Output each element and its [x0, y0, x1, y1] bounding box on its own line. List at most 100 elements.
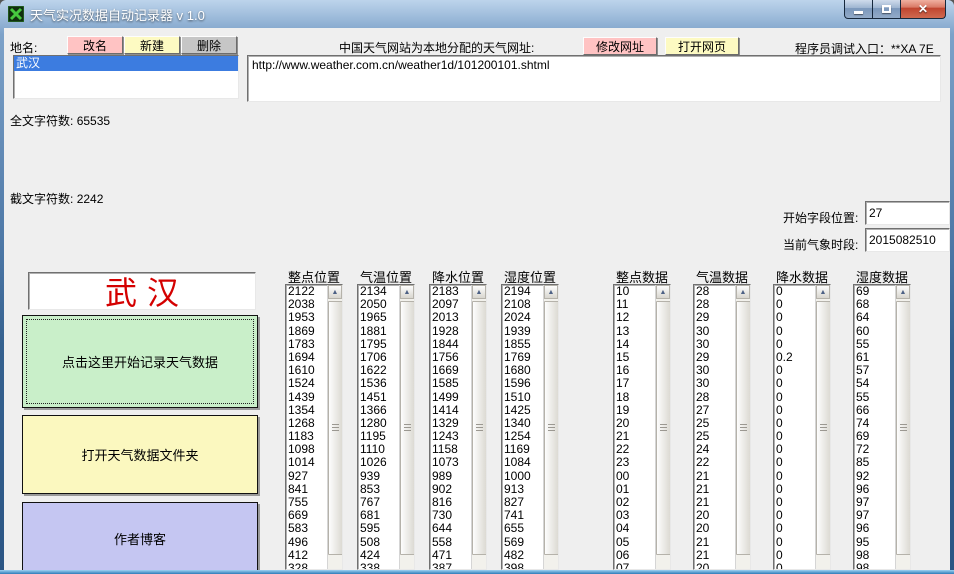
list-item[interactable]: 644	[430, 522, 471, 535]
list-item[interactable]: 28	[694, 391, 735, 404]
scrollbar-thumb[interactable]	[472, 301, 487, 555]
scroll-up-arrow-icon[interactable]: ▲	[400, 285, 414, 299]
list-item[interactable]: 21	[694, 470, 735, 483]
vertical-scrollbar[interactable]: ▲	[543, 285, 558, 569]
list-item[interactable]: 1965	[358, 311, 399, 324]
data-listbox[interactable]: 2194210820241939185517691680159615101425…	[501, 284, 559, 570]
list-item[interactable]: 96	[854, 522, 895, 535]
list-item[interactable]: 0	[774, 536, 815, 549]
list-item[interactable]: 1596	[502, 377, 543, 390]
period-input[interactable]	[865, 228, 950, 252]
list-item[interactable]: 558	[430, 536, 471, 549]
open-folder-button[interactable]: 打开天气数据文件夹	[22, 415, 258, 494]
list-item[interactable]: 0	[774, 562, 815, 569]
scrollbar-thumb[interactable]	[736, 301, 751, 555]
list-item[interactable]: 0	[774, 377, 815, 390]
vertical-scrollbar[interactable]: ▲	[735, 285, 750, 569]
delete-button[interactable]: 删除	[181, 36, 237, 54]
list-item[interactable]: 60	[854, 325, 895, 338]
list-item[interactable]: 0	[774, 404, 815, 417]
close-button[interactable]: ✕	[901, 0, 946, 19]
data-listbox[interactable]: 2828293030293030282725252422212121202021…	[693, 284, 751, 570]
list-item[interactable]: 939	[358, 470, 399, 483]
list-item[interactable]: 927	[286, 470, 327, 483]
list-item[interactable]: 583	[286, 522, 327, 535]
open-page-button[interactable]: 打开网页	[665, 37, 739, 55]
list-item[interactable]: 2024	[502, 311, 543, 324]
list-item[interactable]: 1783	[286, 338, 327, 351]
list-item[interactable]: 1451	[358, 391, 399, 404]
list-item[interactable]: 30	[694, 325, 735, 338]
list-item[interactable]: 55	[854, 338, 895, 351]
scrollbar-thumb[interactable]	[328, 301, 343, 555]
scroll-up-arrow-icon[interactable]: ▲	[544, 285, 558, 299]
list-item[interactable]: 1795	[358, 338, 399, 351]
list-item[interactable]: 655	[502, 522, 543, 535]
list-item[interactable]: 21	[694, 549, 735, 562]
scrollbar-thumb[interactable]	[544, 301, 559, 555]
list-item[interactable]: 1000	[502, 470, 543, 483]
author-blog-button[interactable]: 作者博客	[22, 502, 258, 570]
modify-url-button[interactable]: 修改网址	[583, 37, 657, 55]
list-item[interactable]: 1881	[358, 325, 399, 338]
scrollbar-thumb[interactable]	[816, 301, 831, 555]
scrollbar-thumb[interactable]	[896, 301, 911, 555]
list-item[interactable]: 387	[430, 562, 471, 569]
list-item[interactable]: 17	[614, 377, 655, 390]
list-item[interactable]: 13	[614, 325, 655, 338]
list-item[interactable]: 0	[774, 338, 815, 351]
list-item[interactable]: 98	[854, 562, 895, 569]
list-item[interactable]: 98	[854, 549, 895, 562]
list-item[interactable]: 06	[614, 549, 655, 562]
list-item[interactable]: 595	[358, 522, 399, 535]
scroll-up-arrow-icon[interactable]: ▲	[816, 285, 830, 299]
list-item[interactable]: 1844	[430, 338, 471, 351]
data-listbox[interactable]: 2134205019651881179517061622153614511366…	[357, 284, 415, 570]
list-item[interactable]: 00	[614, 470, 655, 483]
vertical-scrollbar[interactable]: ▲	[327, 285, 342, 569]
vertical-scrollbar[interactable]: ▲	[815, 285, 830, 569]
list-item[interactable]: 1084	[502, 456, 543, 469]
place-list-item[interactable]: 武汉	[14, 56, 238, 71]
scrollbar-thumb[interactable]	[400, 301, 415, 555]
list-item[interactable]: 55	[854, 391, 895, 404]
url-textarea[interactable]: http://www.weather.com.cn/weather1d/1012…	[247, 55, 941, 102]
list-item[interactable]: 04	[614, 522, 655, 535]
list-item[interactable]: 27	[694, 404, 735, 417]
list-item[interactable]: 508	[358, 536, 399, 549]
list-item[interactable]: 18	[614, 391, 655, 404]
list-item[interactable]: 328	[286, 562, 327, 569]
list-item[interactable]: 1869	[286, 325, 327, 338]
titlebar[interactable]: 天气实况数据自动记录器 v 1.0 ✕	[0, 0, 954, 28]
rename-button[interactable]: 改名	[67, 36, 123, 54]
list-item[interactable]: 1439	[286, 391, 327, 404]
list-item[interactable]: 29	[694, 311, 735, 324]
place-listbox[interactable]: 武汉	[13, 55, 239, 99]
maximize-button[interactable]	[873, 0, 901, 19]
list-item[interactable]: 989	[430, 470, 471, 483]
data-listbox[interactable]: 000000.20000000000000000▲	[773, 284, 831, 570]
list-item[interactable]: 0	[774, 456, 815, 469]
list-item[interactable]: 54	[854, 377, 895, 390]
list-item[interactable]: 1414	[430, 404, 471, 417]
list-item[interactable]: 30	[694, 377, 735, 390]
list-item[interactable]: 398	[502, 562, 543, 569]
list-item[interactable]: 95	[854, 536, 895, 549]
vertical-scrollbar[interactable]: ▲	[895, 285, 910, 569]
list-item[interactable]: 0	[774, 391, 815, 404]
vertical-scrollbar[interactable]: ▲	[471, 285, 486, 569]
vertical-scrollbar[interactable]: ▲	[655, 285, 670, 569]
list-item[interactable]: 482	[502, 549, 543, 562]
scroll-up-arrow-icon[interactable]: ▲	[328, 285, 342, 299]
record-weather-button[interactable]: 点击这里开始记录天气数据	[22, 315, 258, 408]
vertical-scrollbar[interactable]: ▲	[399, 285, 414, 569]
list-item[interactable]: 19	[614, 404, 655, 417]
data-listbox[interactable]: 6968646055615754556674697285929697979695…	[853, 284, 911, 570]
list-item[interactable]: 0	[774, 549, 815, 562]
list-item[interactable]: 12	[614, 311, 655, 324]
list-item[interactable]: 1354	[286, 404, 327, 417]
list-item[interactable]: 0	[774, 325, 815, 338]
scroll-up-arrow-icon[interactable]: ▲	[656, 285, 670, 299]
list-item[interactable]: 20	[694, 522, 735, 535]
list-item[interactable]: 471	[430, 549, 471, 562]
